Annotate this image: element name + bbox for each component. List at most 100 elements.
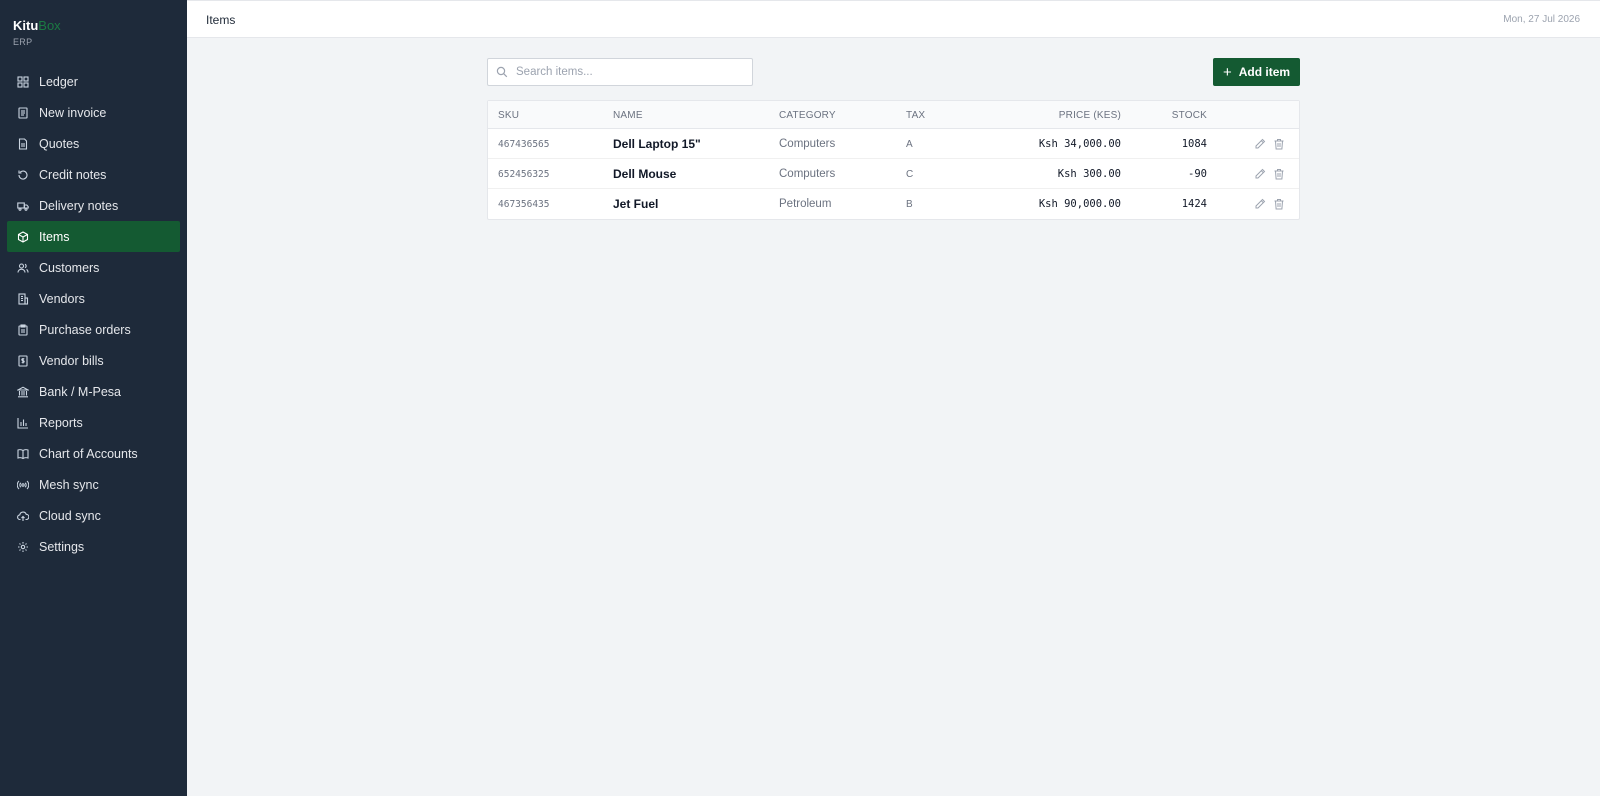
users-icon xyxy=(17,262,29,274)
sidebar-item-label: Credit notes xyxy=(39,167,107,182)
sidebar-item-cloud-sync[interactable]: Cloud sync xyxy=(7,500,180,531)
cloud-icon xyxy=(17,510,29,522)
item-price: Ksh 90,000.00 xyxy=(1038,198,1121,210)
sidebar-item-label: Items xyxy=(39,229,70,244)
book-icon xyxy=(17,448,29,460)
brand-subtitle: ERP xyxy=(13,37,33,47)
item-price: Ksh 34,000.00 xyxy=(1038,138,1121,150)
current-date: Mon, 27 Jul 2026 xyxy=(1503,14,1580,25)
row-actions xyxy=(1254,138,1285,150)
sidebar-item-quotes[interactable]: Quotes xyxy=(7,128,180,159)
sidebar-item-purchase-orders[interactable]: Purchase orders xyxy=(7,314,180,345)
document-icon xyxy=(17,137,29,150)
item-category: Computers xyxy=(779,168,836,180)
column-header-price[interactable]: PRICE (KES) xyxy=(1059,110,1121,121)
table-row[interactable]: 652456325 Dell Mouse Computers C Ksh 300… xyxy=(488,159,1299,189)
top-bar: Items Mon, 27 Jul 2026 xyxy=(187,0,1600,38)
sidebar-item-mesh-sync[interactable]: Mesh sync xyxy=(7,469,180,500)
item-name: Dell Mouse xyxy=(613,167,677,181)
item-category: Petroleum xyxy=(779,198,832,210)
radio-icon xyxy=(17,479,29,491)
item-name: Jet Fuel xyxy=(613,197,659,211)
plus-icon: + xyxy=(1222,63,1232,81)
item-stock: -90 xyxy=(1188,168,1207,180)
add-item-button[interactable]: + Add item xyxy=(1213,58,1300,86)
sidebar-item-customers[interactable]: Customers xyxy=(7,252,180,283)
column-header-stock[interactable]: STOCK xyxy=(1172,110,1207,121)
sidebar-item-label: Mesh sync xyxy=(39,477,99,492)
search-input[interactable] xyxy=(516,66,736,78)
sidebar-item-vendor-bills[interactable]: Vendor bills xyxy=(7,345,180,376)
search-box[interactable] xyxy=(487,58,753,86)
bar-chart-icon xyxy=(17,417,29,429)
sidebar-item-label: Vendors xyxy=(39,291,85,306)
sidebar-item-settings[interactable]: Settings xyxy=(7,531,180,562)
sidebar-item-bank-mpesa[interactable]: Bank / M-Pesa xyxy=(7,376,180,407)
row-actions xyxy=(1254,168,1285,180)
pencil-icon[interactable] xyxy=(1254,138,1266,150)
row-actions xyxy=(1254,198,1285,210)
building-icon xyxy=(17,292,29,305)
sidebar-item-label: Customers xyxy=(39,260,100,275)
sidebar-item-chart-of-accounts[interactable]: Chart of Accounts xyxy=(7,438,180,469)
sidebar-item-label: Purchase orders xyxy=(39,322,131,337)
sidebar-item-label: New invoice xyxy=(39,105,107,120)
search-icon xyxy=(496,66,508,78)
sidebar-item-delivery-notes[interactable]: Delivery notes xyxy=(7,190,180,221)
clipboard-icon xyxy=(17,323,29,336)
brand-name-main: Kitu xyxy=(13,18,39,33)
rotate-icon xyxy=(17,169,29,181)
box-icon xyxy=(17,230,29,243)
trash-icon[interactable] xyxy=(1273,168,1285,180)
sidebar-item-label: Chart of Accounts xyxy=(39,446,138,461)
item-category: Computers xyxy=(779,138,836,150)
sidebar-item-ledger[interactable]: Ledger xyxy=(7,66,180,97)
sidebar: KituBox ERP Ledger New invoice Quotes Cr… xyxy=(0,0,187,796)
column-header-sku[interactable]: SKU xyxy=(498,110,519,121)
sidebar-item-reports[interactable]: Reports xyxy=(7,407,180,438)
sidebar-item-label: Bank / M-Pesa xyxy=(39,384,121,399)
item-stock: 1084 xyxy=(1181,138,1207,150)
trash-icon[interactable] xyxy=(1273,138,1285,150)
page-title: Items xyxy=(206,13,236,27)
sidebar-nav: Ledger New invoice Quotes Credit notes D… xyxy=(7,66,180,562)
trash-icon[interactable] xyxy=(1273,198,1285,210)
column-header-category[interactable]: CATEGORY xyxy=(779,110,836,121)
item-sku: 467356435 xyxy=(498,199,550,210)
item-tax: C xyxy=(906,169,914,180)
item-stock: 1424 xyxy=(1181,198,1207,210)
brand-name: KituBox xyxy=(13,18,61,33)
sidebar-item-credit-notes[interactable]: Credit notes xyxy=(7,159,180,190)
pencil-icon[interactable] xyxy=(1254,168,1266,180)
bill-icon xyxy=(17,354,29,367)
gear-icon xyxy=(17,541,29,553)
sidebar-item-label: Ledger xyxy=(39,74,78,89)
sidebar-item-label: Vendor bills xyxy=(39,353,104,368)
add-item-label: Add item xyxy=(1238,65,1291,79)
table-header: SKU NAME CATEGORY TAX PRICE (KES) STOCK xyxy=(488,101,1299,129)
brand-logo[interactable]: KituBox ERP xyxy=(13,18,61,47)
column-header-name[interactable]: NAME xyxy=(613,110,643,121)
pencil-icon[interactable] xyxy=(1254,198,1266,210)
truck-icon xyxy=(17,200,29,212)
sidebar-item-vendors[interactable]: Vendors xyxy=(7,283,180,314)
item-sku: 652456325 xyxy=(498,169,550,180)
sidebar-item-label: Reports xyxy=(39,415,83,430)
table-row[interactable]: 467436565 Dell Laptop 15" Computers A Ks… xyxy=(488,129,1299,159)
item-tax: B xyxy=(906,199,913,210)
column-header-tax[interactable]: TAX xyxy=(906,110,925,121)
item-price: Ksh 300.00 xyxy=(1057,168,1121,180)
sidebar-item-new-invoice[interactable]: New invoice xyxy=(7,97,180,128)
sidebar-item-label: Cloud sync xyxy=(39,508,101,523)
brand-name-accent: Box xyxy=(38,18,61,33)
sidebar-item-label: Delivery notes xyxy=(39,198,119,213)
grid-icon xyxy=(17,75,29,88)
bank-icon xyxy=(17,386,29,398)
item-tax: A xyxy=(906,139,913,150)
invoice-icon xyxy=(17,106,29,119)
sidebar-item-label: Settings xyxy=(39,539,85,554)
table-row[interactable]: 467356435 Jet Fuel Petroleum B Ksh 90,00… xyxy=(488,189,1299,219)
sidebar-item-items[interactable]: Items xyxy=(7,221,180,252)
item-name: Dell Laptop 15" xyxy=(613,137,701,151)
items-table: SKU NAME CATEGORY TAX PRICE (KES) STOCK … xyxy=(487,100,1300,220)
